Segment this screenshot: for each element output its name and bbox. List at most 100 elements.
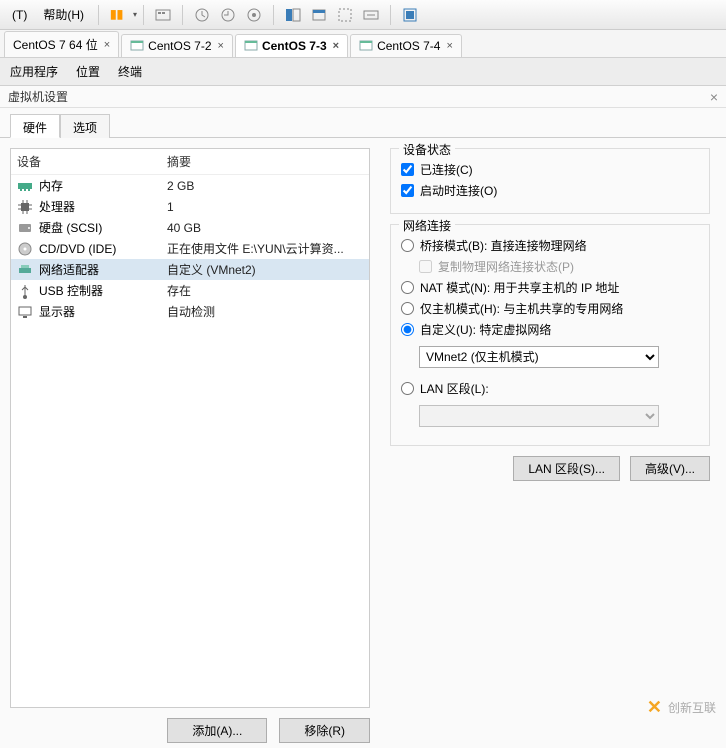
chk-connect-power-label: 启动时连接(O): [420, 182, 497, 199]
tab-label: CentOS 7 64 位: [13, 36, 98, 53]
hardware-button-row: 添加(A)... 移除(R): [10, 718, 370, 743]
chk-connect-power[interactable]: 启动时连接(O): [401, 182, 699, 199]
chk-connected-label: 已连接(C): [420, 161, 473, 178]
menu-location[interactable]: 位置: [76, 63, 100, 80]
network-connection-group: 网络连接 桥接模式(B): 直接连接物理网络 复制物理网络连接状态(P) NAT…: [390, 224, 710, 446]
view-fullscreen-icon[interactable]: [311, 7, 327, 23]
hw-row-disk[interactable]: 硬盘 (SCSI) 40 GB: [11, 217, 369, 238]
hw-name: 网络适配器: [39, 261, 167, 278]
hw-row-cpu[interactable]: 处理器 1: [11, 196, 369, 217]
radio-hostonly[interactable]: 仅主机模式(H): 与主机共享的专用网络: [401, 300, 699, 317]
radio-nat-input[interactable]: [401, 281, 414, 294]
disk-icon: [17, 220, 33, 236]
close-icon[interactable]: ×: [710, 89, 718, 105]
lan-segments-button[interactable]: LAN 区段(S)...: [513, 456, 620, 481]
radio-hostonly-input[interactable]: [401, 302, 414, 315]
toolbar-separator: [143, 5, 144, 25]
snapshot-take-icon[interactable]: [194, 7, 210, 23]
vm-settings-dialog: 虚拟机设置 × 硬件 选项 设备 摘要 内存 2 GB 处理器: [0, 86, 726, 748]
hardware-pane: 设备 摘要 内存 2 GB 处理器 1 硬盘 (SCSI) 40 GB: [0, 138, 380, 747]
hw-row-memory[interactable]: 内存 2 GB: [11, 175, 369, 196]
custom-vmnet-select[interactable]: VMnet2 (仅主机模式): [419, 346, 659, 368]
toolbar-separator: [182, 5, 183, 25]
watermark: ✕ 创新互联: [647, 697, 716, 718]
hw-row-cd[interactable]: CD/DVD (IDE) 正在使用文件 E:\YUN\云计算资...: [11, 238, 369, 259]
hw-summary: 自定义 (VMnet2): [167, 261, 363, 278]
hw-row-display[interactable]: 显示器 自动检测: [11, 301, 369, 322]
radio-bridged[interactable]: 桥接模式(B): 直接连接物理网络: [401, 237, 699, 254]
tab-label: CentOS 7-2: [148, 39, 211, 53]
chk-replicate: 复制物理网络连接状态(P): [419, 258, 699, 275]
snapshot-revert-icon[interactable]: [220, 7, 236, 23]
tab-vm-1[interactable]: CentOS 7-2 ×: [121, 34, 233, 57]
col-summary: 摘要: [167, 153, 191, 170]
tab-vm-0[interactable]: CentOS 7 64 位 ×: [4, 31, 119, 57]
radio-bridged-label: 桥接模式(B): 直接连接物理网络: [420, 237, 587, 254]
hw-summary: 40 GB: [167, 221, 363, 235]
hw-summary: 2 GB: [167, 179, 363, 193]
close-icon[interactable]: ×: [218, 40, 224, 52]
close-icon[interactable]: ×: [446, 40, 452, 52]
radio-lan-input[interactable]: [401, 382, 414, 395]
radio-nat[interactable]: NAT 模式(N): 用于共享主机的 IP 地址: [401, 279, 699, 296]
dialog-title: 虚拟机设置: [8, 88, 68, 105]
close-icon[interactable]: ×: [104, 39, 110, 51]
chevron-down-icon[interactable]: ▾: [133, 10, 137, 19]
watermark-text: 创新互联: [668, 699, 716, 716]
chk-replicate-label: 复制物理网络连接状态(P): [438, 258, 574, 275]
hardware-list-header: 设备 摘要: [11, 149, 369, 175]
chk-replicate-input: [419, 260, 432, 273]
toolbar-separator: [273, 5, 274, 25]
radio-bridged-input[interactable]: [401, 239, 414, 252]
hardware-list: 设备 摘要 内存 2 GB 处理器 1 硬盘 (SCSI) 40 GB: [10, 148, 370, 708]
dialog-title-bar: 虚拟机设置 ×: [0, 86, 726, 108]
radio-custom-input[interactable]: [401, 323, 414, 336]
radio-hostonly-label: 仅主机模式(H): 与主机共享的专用网络: [420, 300, 623, 317]
view-unity-icon[interactable]: [337, 7, 353, 23]
close-icon[interactable]: ×: [333, 40, 339, 52]
chk-connected[interactable]: 已连接(C): [401, 161, 699, 178]
radio-custom-label: 自定义(U): 特定虚拟网络: [420, 321, 551, 338]
radio-nat-label: NAT 模式(N): 用于共享主机的 IP 地址: [420, 279, 619, 296]
hw-name: 硬盘 (SCSI): [39, 219, 167, 236]
radio-lan[interactable]: LAN 区段(L):: [401, 380, 699, 397]
tab-vm-3[interactable]: CentOS 7-4 ×: [350, 34, 462, 57]
cd-icon: [17, 241, 33, 257]
menu-edit[interactable]: (T): [4, 4, 35, 26]
guest-menu-bar: 应用程序 位置 终端: [0, 58, 726, 86]
snapshot-manager-icon[interactable]: [246, 7, 262, 23]
menu-apps[interactable]: 应用程序: [10, 63, 58, 80]
view-stretch-icon[interactable]: [363, 7, 379, 23]
hw-name: 内存: [39, 177, 167, 194]
send-keys-icon[interactable]: [155, 7, 171, 23]
hw-row-usb[interactable]: USB 控制器 存在: [11, 280, 369, 301]
hw-name: CD/DVD (IDE): [39, 242, 167, 256]
menu-terminal[interactable]: 终端: [118, 63, 142, 80]
radio-lan-label: LAN 区段(L):: [420, 380, 489, 397]
remove-button[interactable]: 移除(R): [279, 718, 370, 743]
tab-hardware[interactable]: 硬件: [10, 114, 60, 138]
tab-label: CentOS 7-4: [377, 39, 440, 53]
chk-connected-input[interactable]: [401, 163, 414, 176]
view-console-icon[interactable]: [285, 7, 301, 23]
chk-connect-power-input[interactable]: [401, 184, 414, 197]
vm-icon: [359, 39, 373, 53]
hw-row-network[interactable]: 网络适配器 自定义 (VMnet2): [11, 259, 369, 280]
device-state-legend: 设备状态: [399, 141, 455, 158]
menu-help[interactable]: 帮助(H): [35, 2, 92, 27]
view-library-icon[interactable]: [402, 7, 418, 23]
display-icon: [17, 304, 33, 320]
vm-icon: [130, 39, 144, 53]
advanced-button[interactable]: 高级(V)...: [630, 456, 710, 481]
settings-button-row: LAN 区段(S)... 高级(V)...: [390, 456, 710, 481]
col-device: 设备: [17, 153, 167, 170]
lan-segment-select: [419, 405, 659, 427]
pause-icon[interactable]: ▮▮: [110, 7, 126, 23]
tab-options[interactable]: 选项: [60, 114, 110, 138]
hw-name: USB 控制器: [39, 282, 167, 299]
tab-vm-2[interactable]: CentOS 7-3 ×: [235, 34, 348, 57]
hw-summary: 存在: [167, 282, 363, 299]
dialog-tabs: 硬件 选项: [0, 114, 726, 138]
add-button[interactable]: 添加(A)...: [167, 718, 267, 743]
radio-custom[interactable]: 自定义(U): 特定虚拟网络: [401, 321, 699, 338]
